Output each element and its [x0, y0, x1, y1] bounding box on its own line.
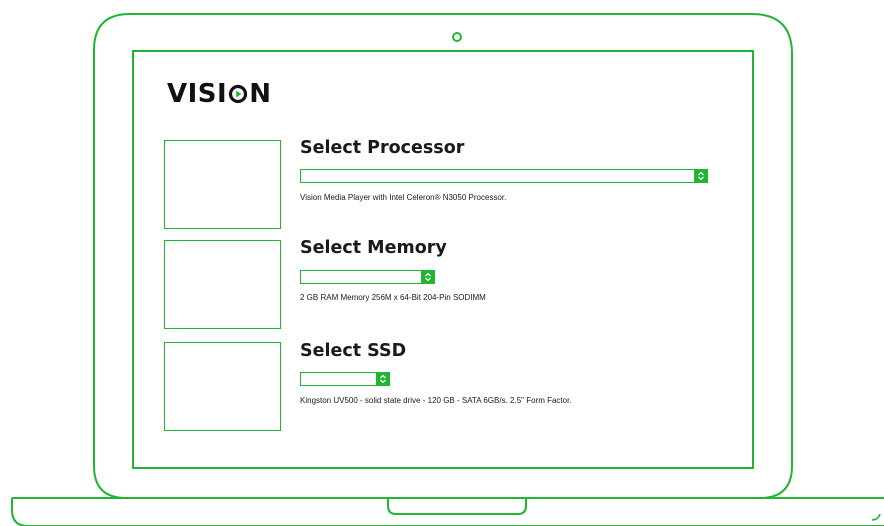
ssd-description: Kingston UV500 - solid state drive - 120… [300, 396, 572, 405]
chevron-updown-icon[interactable] [376, 372, 390, 386]
ssd-section-title: Select SSD [300, 341, 407, 361]
chevron-updown-icon[interactable] [694, 169, 708, 183]
memory-section-title: Select Memory [300, 238, 447, 258]
laptop-frame [11, 13, 884, 526]
processor-description: Vision Media Player with Intel Celeron® … [300, 193, 507, 202]
processor-section-title: Select Processor [300, 138, 465, 158]
chevron-updown-icon[interactable] [421, 270, 435, 284]
processor-image [164, 140, 281, 229]
processor-select[interactable] [300, 169, 708, 183]
memory-image [164, 240, 281, 329]
logo-text-prefix: VISI [167, 79, 228, 109]
memory-description: 2 GB RAM Memory 256M x 64-Bit 204-Pin SO… [300, 293, 486, 302]
vision-logo[interactable]: VISI N [167, 79, 272, 109]
play-icon [229, 84, 248, 104]
logo-text-suffix: N [249, 79, 272, 109]
laptop-base-outline [11, 497, 884, 526]
laptop-base-notch [387, 499, 527, 515]
ssd-select[interactable] [300, 372, 390, 386]
memory-select[interactable] [300, 270, 435, 284]
ssd-image [164, 342, 281, 431]
webcam-icon [452, 32, 462, 42]
